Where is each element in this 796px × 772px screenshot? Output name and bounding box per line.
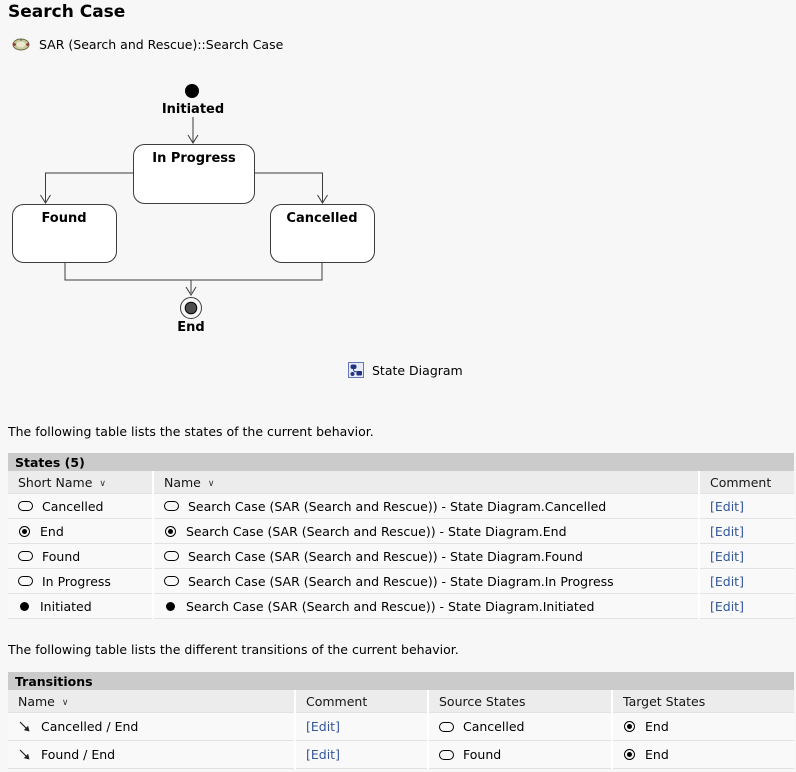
edit-comment-link[interactable]: [Edit] [306, 747, 340, 762]
state-icon [18, 501, 33, 511]
state-label-found: Found [41, 211, 86, 226]
state-full-name: Search Case (SAR (Search and Rescue)) - … [188, 574, 614, 589]
state-icon [164, 501, 179, 511]
transitions-table-title: Transitions [8, 672, 794, 690]
use-case-icon [12, 38, 30, 51]
column-header-comment: Comment [699, 471, 794, 494]
source-state: Found [463, 747, 501, 762]
sort-descending-icon: ∨ [208, 479, 215, 489]
diagram-caption-label: State Diagram [372, 363, 463, 378]
state-full-name: Search Case (SAR (Search and Rescue)) - … [188, 499, 606, 514]
edit-comment-link[interactable]: [Edit] [306, 719, 340, 734]
target-state: End [645, 719, 669, 734]
transitions-table-header-row: Name∨ Comment Source States Target State… [8, 690, 794, 713]
final-state-icon [165, 526, 176, 537]
transition-edge-to-end [65, 263, 322, 295]
state-diagram-canvas: Initiated In Progress Found Cancelled En… [0, 75, 400, 343]
edit-comment-link[interactable]: [Edit] [710, 499, 744, 514]
table-row: Initiated Search Case (SAR (Search and R… [8, 594, 794, 619]
initial-state-node[interactable] [185, 84, 199, 98]
page-title: Search Case [8, 2, 125, 22]
state-short-name: End [40, 524, 64, 539]
transitions-intro-text: The following table lists the different … [8, 642, 459, 657]
transition-icon [18, 748, 32, 762]
qualified-name: SAR (Search and Rescue)::Search Case [39, 37, 283, 52]
transition-edge-inprogress-found [41, 173, 134, 203]
state-diagram-icon [348, 362, 364, 378]
column-header-target-states: Target States [612, 690, 794, 713]
table-row: End Search Case (SAR (Search and Rescue)… [8, 519, 794, 544]
state-label-in-progress: In Progress [152, 151, 236, 166]
states-table-title-bar: States (5) [8, 453, 794, 471]
state-icon [18, 551, 33, 561]
state-icon [439, 722, 454, 732]
states-intro-text: The following table lists the states of … [8, 424, 374, 439]
transition-name: Found / End [41, 747, 115, 762]
state-short-name: Initiated [40, 599, 92, 614]
diagram-caption: State Diagram [348, 362, 463, 378]
table-row: Found Search Case (SAR (Search and Rescu… [8, 544, 794, 569]
final-state-icon [19, 526, 30, 537]
final-state-icon [624, 721, 635, 732]
states-table: States (5) Short Name∨ Name∨ Comment Can… [8, 453, 794, 619]
transition-icon [18, 720, 32, 734]
initial-state-label: Initiated [162, 102, 224, 117]
table-row: Found / End [Edit] Found End [8, 741, 794, 769]
state-label-cancelled: Cancelled [286, 211, 357, 226]
initial-state-icon [20, 602, 29, 611]
column-header-short-name[interactable]: Short Name∨ [8, 471, 153, 494]
sort-descending-icon: ∨ [62, 698, 69, 708]
state-icon [164, 551, 179, 561]
edit-comment-link[interactable]: [Edit] [710, 524, 744, 539]
edit-comment-link[interactable]: [Edit] [710, 599, 744, 614]
final-state-icon [624, 749, 635, 760]
state-icon [18, 576, 33, 586]
states-table-title: States (5) [8, 453, 794, 471]
states-table-header-row: Short Name∨ Name∨ Comment [8, 471, 794, 494]
column-header-name[interactable]: Name∨ [8, 690, 295, 713]
final-state-node[interactable] [181, 298, 202, 319]
state-short-name: Found [42, 549, 80, 564]
table-row: In Progress Search Case (SAR (Search and… [8, 569, 794, 594]
transitions-table: Transitions Name∨ Comment Source States … [8, 672, 794, 769]
edit-comment-link[interactable]: [Edit] [710, 574, 744, 589]
transition-name: Cancelled / End [41, 719, 138, 734]
transition-edge-inprogress-cancelled [255, 173, 328, 203]
state-full-name: Search Case (SAR (Search and Rescue)) - … [188, 549, 583, 564]
source-state: Cancelled [463, 719, 524, 734]
transitions-table-title-bar: Transitions [8, 672, 794, 690]
table-row: Cancelled Search Case (SAR (Search and R… [8, 494, 794, 519]
state-full-name: Search Case (SAR (Search and Rescue)) - … [186, 599, 594, 614]
table-row: Cancelled / End [Edit] Cancelled End [8, 713, 794, 741]
column-header-name[interactable]: Name∨ [153, 471, 699, 494]
state-short-name: Cancelled [42, 499, 103, 514]
initial-state-icon [166, 602, 175, 611]
state-icon [164, 576, 179, 586]
sort-descending-icon: ∨ [99, 479, 106, 489]
column-header-comment: Comment [295, 690, 428, 713]
column-header-source-states: Source States [428, 690, 612, 713]
state-icon [439, 750, 454, 760]
state-full-name: Search Case (SAR (Search and Rescue)) - … [186, 524, 567, 539]
state-short-name: In Progress [42, 574, 111, 589]
qualified-name-row: SAR (Search and Rescue)::Search Case [12, 37, 283, 52]
target-state: End [645, 747, 669, 762]
transition-edge-initiated-inprogress [188, 117, 198, 143]
edit-comment-link[interactable]: [Edit] [710, 549, 744, 564]
final-state-label: End [177, 320, 204, 335]
